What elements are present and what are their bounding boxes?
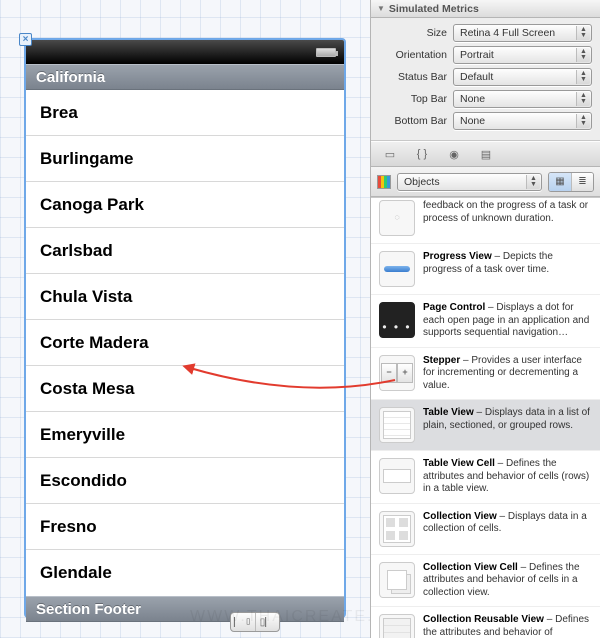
stepper-arrows-icon: ▲▼	[576, 114, 590, 128]
collection-view-icon	[379, 511, 415, 547]
stepper-icon: −+	[379, 355, 415, 391]
status-bar	[26, 40, 344, 64]
library-selector-popup[interactable]: Objects ▲▼	[397, 173, 542, 191]
activity-indicator-icon: ◌	[379, 200, 415, 236]
panel-title: Simulated Metrics	[389, 3, 479, 15]
stepper-arrows-icon: ▲▼	[576, 48, 590, 62]
cell-label: Escondido	[40, 471, 127, 491]
table-cell[interactable]: Costa Mesa	[26, 366, 344, 412]
cell-label: Costa Mesa	[40, 379, 134, 399]
object-tab-icon[interactable]: ◉	[445, 147, 463, 161]
table-cell[interactable]: Burlingame	[26, 136, 344, 182]
library-item-truncated[interactable]: ◌ feedback on the progress of a task or …	[371, 198, 600, 244]
library-item-name: Collection Reusable View	[423, 614, 544, 625]
metric-label: Status Bar	[379, 71, 447, 83]
library-item-progress-view[interactable]: Progress View – Depicts the progress of …	[371, 244, 600, 295]
library-item-collection-view[interactable]: Collection View – Displays data in a col…	[371, 504, 600, 555]
topbar-popup[interactable]: None ▲▼	[453, 90, 592, 108]
library-item-name: Stepper	[423, 355, 460, 366]
disclosure-triangle-icon: ▼	[377, 4, 385, 13]
library-item-collection-reusable-view[interactable]: Collection Reusable View – Defines the a…	[371, 607, 600, 638]
list-view-button[interactable]: ≣	[571, 173, 593, 191]
library-item-name: Table View Cell	[423, 458, 495, 469]
library-item-name: Table View	[423, 407, 474, 418]
table-cell[interactable]: Emeryville	[26, 412, 344, 458]
simulated-metrics-panel: Size Retina 4 Full Screen ▲▼ Orientation…	[371, 18, 600, 141]
utilities-panel: ▼ Simulated Metrics Size Retina 4 Full S…	[370, 0, 600, 638]
metric-label: Orientation	[379, 49, 447, 61]
popup-value: Objects	[404, 176, 440, 188]
collection-reusable-view-icon	[379, 614, 415, 638]
library-item-page-control[interactable]: Page Control – Displays a dot for each o…	[371, 295, 600, 348]
cell-label: Emeryville	[40, 425, 125, 445]
simulated-metrics-disclosure[interactable]: ▼ Simulated Metrics	[371, 0, 600, 18]
table-cell[interactable]: Escondido	[26, 458, 344, 504]
stepper-arrows-icon: ▲▼	[576, 26, 590, 40]
library-item-name: Progress View	[423, 251, 492, 262]
device-selection-frame[interactable]: × California Brea Burlingame Canoga Park…	[24, 38, 346, 618]
library-item-desc: feedback on the progress of a task or pr…	[423, 200, 588, 224]
table-cell[interactable]: Glendale	[26, 550, 344, 596]
library-toolbar: Objects ▲▼ ▦ ≣	[371, 167, 600, 197]
metric-label: Bottom Bar	[379, 115, 447, 127]
bottombar-popup[interactable]: None ▲▼	[453, 112, 592, 130]
cell-label: Carlsbad	[40, 241, 113, 261]
popup-value: None	[460, 93, 485, 105]
library-item-table-view-cell[interactable]: Table View Cell – Defines the attributes…	[371, 451, 600, 504]
popup-value: Retina 4 Full Screen	[460, 27, 555, 39]
library-swatch-icon	[377, 175, 391, 189]
progress-view-icon	[379, 251, 415, 287]
table-cell[interactable]: Canoga Park	[26, 182, 344, 228]
cell-label: Corte Madera	[40, 333, 149, 353]
library-tabbar[interactable]: ▭ { } ◉ ▤	[371, 141, 600, 167]
table-cell[interactable]: Fresno	[26, 504, 344, 550]
section-header: California	[26, 64, 344, 90]
stepper-arrows-icon: ▲▼	[526, 175, 540, 189]
close-knob[interactable]: ×	[19, 33, 32, 46]
media-tab-icon[interactable]: ▤	[477, 147, 495, 161]
library-item-name: Collection View	[423, 511, 497, 522]
library-view-segmented[interactable]: ▦ ≣	[548, 172, 594, 192]
table-cell[interactable]: Chula Vista	[26, 274, 344, 320]
popup-value: None	[460, 115, 485, 127]
library-item-collection-view-cell[interactable]: Collection View Cell – Defines the attri…	[371, 555, 600, 608]
orientation-popup[interactable]: Portrait ▲▼	[453, 46, 592, 64]
statusbar-popup[interactable]: Default ▲▼	[453, 68, 592, 86]
cell-label: Burlingame	[40, 149, 134, 169]
library-item-stepper[interactable]: −+ Stepper – Provides a user interface f…	[371, 348, 600, 401]
object-library-list[interactable]: ◌ feedback on the progress of a task or …	[371, 197, 600, 638]
ib-canvas[interactable]: × California Brea Burlingame Canoga Park…	[0, 0, 370, 638]
collection-view-cell-icon	[379, 562, 415, 598]
popup-value: Default	[460, 71, 493, 83]
table-view-cell-icon	[379, 458, 415, 494]
page-control-icon	[379, 302, 415, 338]
grid-view-button[interactable]: ▦	[549, 173, 571, 191]
library-item-name: Page Control	[423, 302, 485, 313]
cell-label: Fresno	[40, 517, 97, 537]
file-template-tab-icon[interactable]: ▭	[381, 147, 399, 161]
popup-value: Portrait	[460, 49, 494, 61]
library-item-table-view[interactable]: Table View – Displays data in a list of …	[371, 400, 600, 451]
metric-label: Size	[379, 27, 447, 39]
cell-label: Chula Vista	[40, 287, 132, 307]
metric-label: Top Bar	[379, 93, 447, 105]
battery-icon	[316, 48, 336, 57]
table-view[interactable]: Brea Burlingame Canoga Park Carlsbad Chu…	[26, 90, 344, 596]
cell-label: Brea	[40, 103, 78, 123]
table-cell[interactable]: Brea	[26, 90, 344, 136]
cell-label: Glendale	[40, 563, 112, 583]
table-view-icon	[379, 407, 415, 443]
table-cell[interactable]: Corte Madera	[26, 320, 344, 366]
cell-label: Canoga Park	[40, 195, 144, 215]
size-popup[interactable]: Retina 4 Full Screen ▲▼	[453, 24, 592, 42]
code-snippet-tab-icon[interactable]: { }	[413, 147, 431, 161]
stepper-arrows-icon: ▲▼	[576, 92, 590, 106]
stepper-arrows-icon: ▲▼	[576, 70, 590, 84]
table-cell[interactable]: Carlsbad	[26, 228, 344, 274]
library-item-name: Collection View Cell	[423, 562, 518, 573]
